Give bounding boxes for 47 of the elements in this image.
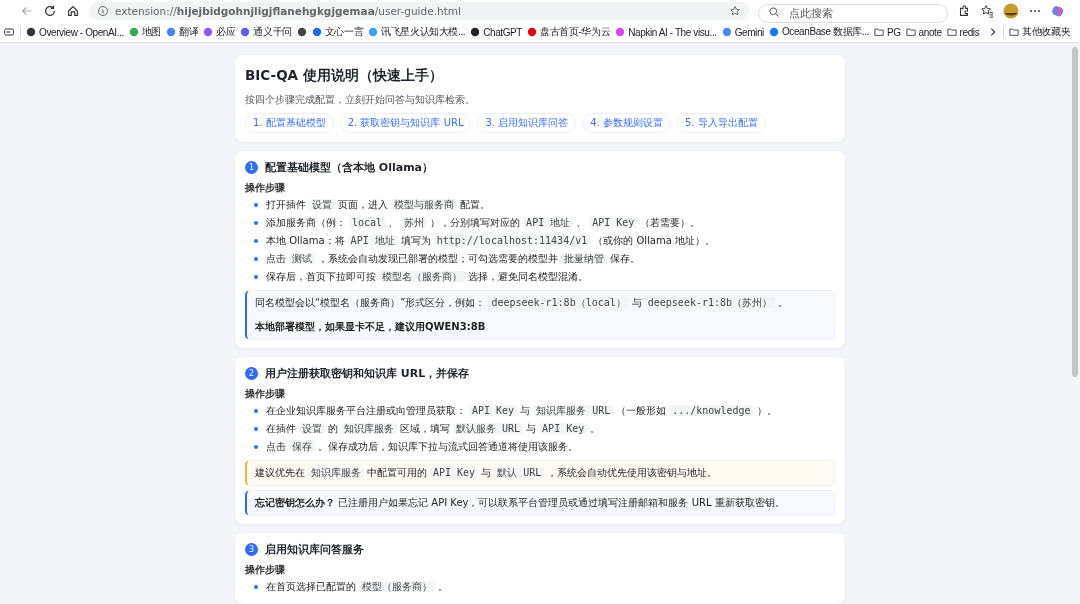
bookmark[interactable]: 文心一言 [311,25,364,39]
step-text: 在企业知识库服务平台注册或向管理员获取： API Key 与 知识库服务 URL （一般形如 .../knowledge ）。 [266,404,777,418]
steps-heading: 操作步骤 [245,181,286,195]
step-number: 2 [245,367,258,380]
bookmark[interactable]: anote [905,26,942,38]
note-text: 忘记密钥怎么办？ 已注册用户如果忘记 API Key，可以联系平台管理员或通过填写注册邮箱和服务 URL 重新获取密钥。 [255,496,786,510]
note-text: 建议优先在 知识库服务 中配置可用的 API Key 与 默认 URL ，系统会自动优先使用该密钥与地址。 [255,466,719,480]
bookmark[interactable]: OceanBase 数据库... [768,25,869,39]
bookmark[interactable]: Overview - OpenAI... [26,26,124,38]
bookmark[interactable]: ChatGPT [470,26,523,38]
step-link[interactable]: 3. 启用知识库问答 [477,113,577,133]
address-bar[interactable]: extension://hijejbidgohnjligjflanehgkgjgemaa/user-guide.html [89,2,749,20]
bookmark[interactable]: 盘古首页-华为云 [527,25,611,39]
note-text: 同名模型会以“模型名（服务商）”形式区分，例如： deepseek-r1:8b（local） 与 deepseek-r1:8b（苏州） 。 [255,296,790,310]
bookmark[interactable]: 翻译 [166,25,199,39]
step-number: 1 [245,161,258,174]
step-text: 添加服务商（例： local 、 苏州 ），分别填写对应的 API 地址 、 API Key （若需要）。 [266,216,701,230]
bookmark[interactable]: Napkin AI - The visu... [615,26,717,38]
step-number: 3 [245,543,258,556]
bookmark[interactable]: 讯飞星火认知大模... [368,25,466,39]
section-title: 启用知识库问答服务 [265,542,364,557]
note-text: 本地部署模型，如果显卡不足，建议用QWEN3:8B [255,320,487,334]
bookmark[interactable]: PG [873,26,901,38]
section-title: 配置基础模型（含本地 Ollama） [265,160,434,175]
search-field[interactable]: 点此搜索 [758,3,948,23]
bookmark[interactable]: 通义千问 [240,25,292,39]
subtitle: 按四个步骤完成配置，立刻开始问答与知识库检索。 [245,93,476,107]
step-text: 点击 保存 。保存成功后，知识库下拉与流式回答通道将使用该服务。 [266,440,578,454]
bookmark[interactable]: 地图 [128,25,161,39]
bookmark[interactable]: redis [946,26,980,38]
bookmark[interactable]: 必应 [203,25,236,39]
section-title: 用户注册获取密钥和知识库 URL，并保存 [265,366,470,381]
bookmark[interactable]: Gemini [721,26,764,38]
step-text: 打开插件 设置 页面，进入 模型与服务商 配置。 [266,198,490,212]
step-text: 保存后，首页下拉即可按 模型名（服务商） 选择，避免同名模型混淆。 [266,270,588,284]
step-text: 本地 Ollama：将 API 地址 填写为 http://localhost:11434/v1 （或你的 Ollama 地址）。 [266,234,715,248]
step-link[interactable]: 1. 配置基础模型 [245,113,334,133]
steps-heading: 操作步骤 [245,387,286,401]
step-link[interactable]: 5. 导入导出配置 [676,113,766,133]
step-link[interactable]: 2. 获取密钥与知识库 URL [339,113,472,133]
bookmark[interactable]: 其他收藏夹 [1009,25,1071,39]
step-text: 点击 测试 ，系统会自动发现已部署的模型；可勾选需要的模型并 批量纳管 保存。 [266,252,640,266]
step-text: 在首页选择已配置的 模型（服务商） 。 [266,580,448,594]
step-link[interactable]: 4. 参数规则设置 [582,113,671,133]
steps-heading: 操作步骤 [245,563,286,577]
page-title: BIC-QA 使用说明（快速上手） [245,67,444,85]
step-text: 在插件 设置 的 知识库服务 区域，填写 默认服务 URL 与 API Key 。 [266,422,601,436]
